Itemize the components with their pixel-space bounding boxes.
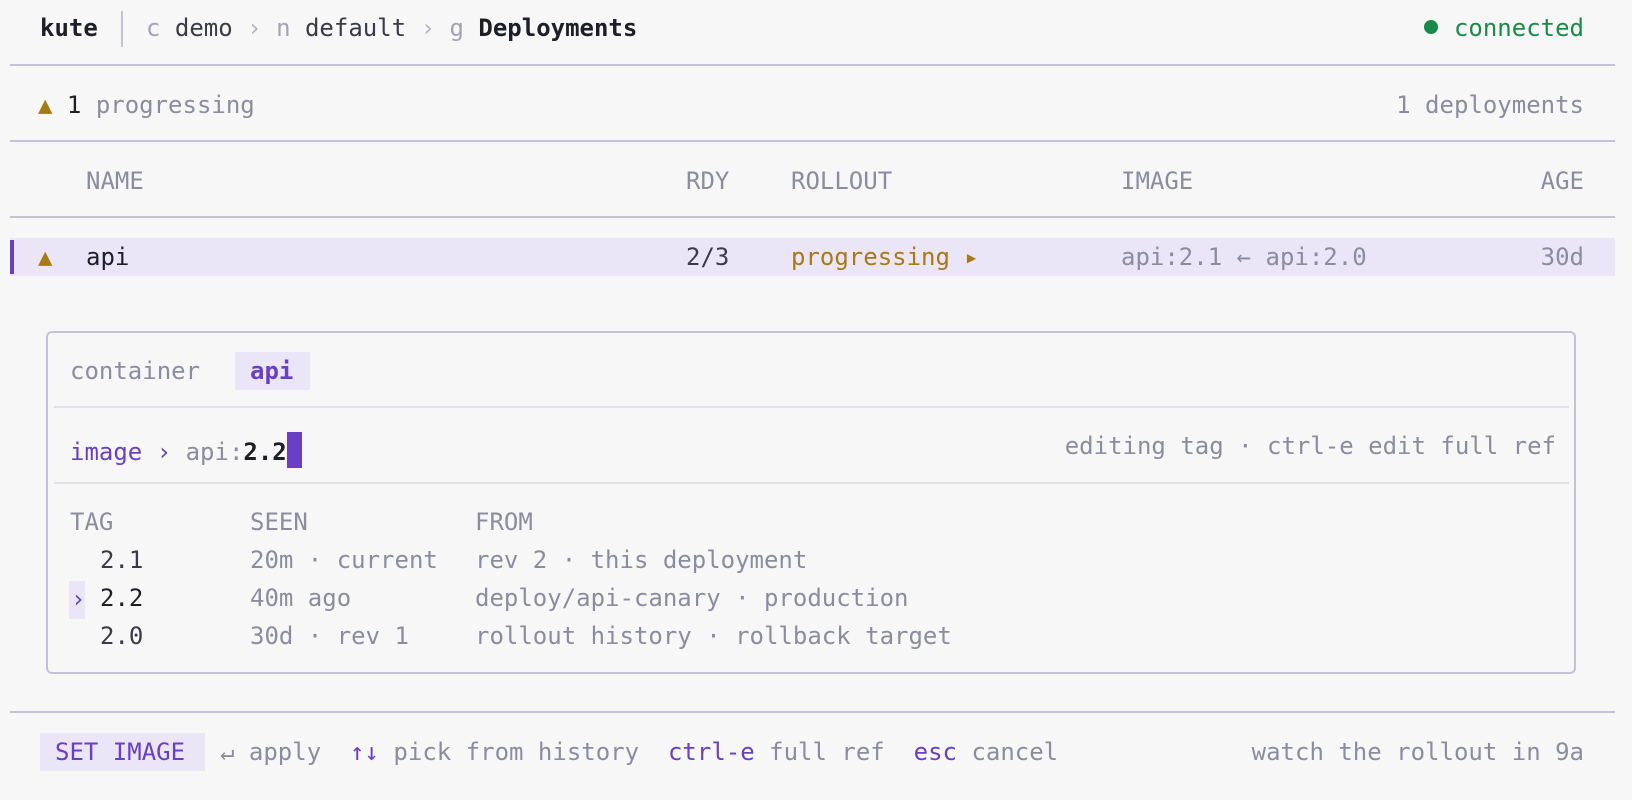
history-tag: 2.2: [100, 584, 144, 612]
divider: [10, 140, 1615, 142]
breadcrumb-context[interactable]: demo: [175, 14, 233, 42]
edit-hint: editing tag · ctrl-e edit full ref: [1064, 432, 1556, 460]
warning-icon: ▲: [38, 91, 53, 119]
history-tag: 2.1: [100, 546, 144, 574]
divider: [54, 406, 1569, 408]
deployment-age: 30d: [1540, 243, 1584, 271]
apply-action[interactable]: apply: [249, 738, 321, 766]
column-header-ready[interactable]: RDY: [686, 167, 729, 195]
container-value: api: [250, 357, 294, 385]
history-header-seen: SEEN: [250, 508, 308, 536]
divider: [10, 216, 1615, 218]
updown-key-icon: ↑↓: [350, 738, 379, 766]
full-ref-action[interactable]: full ref: [769, 738, 885, 766]
ready-count: 2/3: [686, 243, 730, 271]
context-key: c: [146, 14, 161, 42]
column-header-name[interactable]: NAME: [86, 167, 144, 195]
connection-label: connected: [1453, 14, 1584, 42]
ctrl-e-key: ctrl-e: [667, 738, 755, 766]
esc-key: esc: [913, 738, 957, 766]
selection-indicator: [10, 240, 14, 274]
pick-history-action[interactable]: pick from history: [393, 738, 639, 766]
chevron-right-icon: ›: [420, 14, 436, 42]
enter-key-icon: ↵: [220, 738, 235, 766]
mode-label: SET IMAGE: [55, 738, 186, 766]
history-header-from: FROM: [475, 508, 533, 536]
image-input[interactable]: image › api:2.2: [70, 432, 302, 468]
text-cursor: [286, 432, 302, 468]
app-title: kute: [40, 14, 98, 42]
image-transition: api:2.1 ← api:2.0: [1121, 243, 1367, 271]
rollout-status: progressing ▸: [791, 243, 979, 271]
progressing-label: progressing: [95, 91, 255, 119]
history-tag: 2.0: [100, 622, 144, 650]
chevron-right-icon: ›: [247, 14, 262, 42]
resource-key: g: [449, 14, 464, 42]
cancel-action[interactable]: cancel: [971, 738, 1058, 766]
history-seen: 20m · current: [250, 546, 438, 574]
history-header-tag: TAG: [70, 508, 114, 536]
breadcrumb-resource[interactable]: Deployments: [478, 14, 637, 42]
divider: [54, 482, 1569, 484]
header-divider: [121, 11, 123, 47]
summary-line: ▲ 1 progressing: [38, 91, 255, 119]
history-seen: 40m ago: [250, 584, 352, 612]
history-from: rollout history · rollback target: [475, 622, 952, 650]
history-from: rev 2 · this deployment: [475, 546, 808, 574]
image-tag-value[interactable]: 2.2: [243, 438, 286, 466]
column-header-age[interactable]: AGE: [1541, 167, 1584, 195]
breadcrumb: c demo › n default › g Deployments: [146, 14, 637, 42]
app-window: kute c demo › n default › g Deployments …: [0, 0, 1632, 800]
keybinding-hints: ↵ apply ↑↓ pick from history ctrl-e full…: [220, 738, 1058, 766]
column-header-image[interactable]: IMAGE: [1121, 167, 1193, 195]
footer-tip: watch the rollout in 9a: [1251, 738, 1584, 766]
progressing-count: 1: [66, 91, 82, 119]
connection-status: connected: [1423, 14, 1584, 42]
deployments-total: 1 deployments: [1396, 91, 1584, 119]
deployment-name: api: [86, 243, 130, 271]
status-dot-icon: [1423, 20, 1438, 34]
image-repo-prefix: api:: [185, 438, 244, 466]
namespace-key: n: [276, 14, 291, 42]
divider: [10, 64, 1615, 66]
container-label: container: [70, 357, 201, 385]
divider: [10, 711, 1615, 713]
warning-icon: ▲: [38, 243, 53, 271]
history-seen: 30d · rev 1: [250, 622, 409, 650]
column-header-rollout[interactable]: ROLLOUT: [791, 167, 892, 195]
chevron-right-icon: ›: [156, 438, 172, 466]
breadcrumb-namespace[interactable]: default: [305, 14, 406, 42]
history-from: deploy/api-canary · production: [475, 584, 909, 612]
selection-marker-icon: ›: [71, 585, 86, 613]
image-prompt-label: image: [70, 438, 143, 466]
